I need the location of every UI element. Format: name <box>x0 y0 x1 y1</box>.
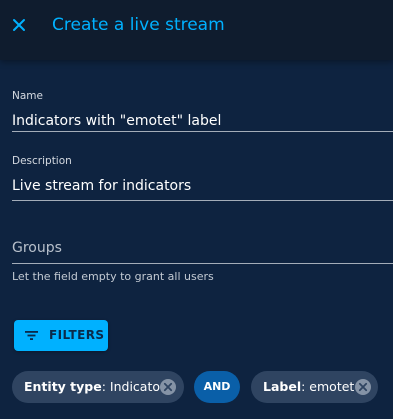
name-field[interactable]: Name Indicators with "emotet" label <box>12 90 393 132</box>
close-button[interactable] <box>9 15 29 35</box>
remove-filter-icon[interactable] <box>159 378 177 396</box>
filter-chip-value: : Indicator <box>101 379 166 394</box>
groups-field[interactable]: Groups <box>12 239 393 264</box>
groups-underline <box>12 263 393 264</box>
description-label: Description <box>12 155 72 167</box>
filter-chip-text: Entity type: Indicator <box>24 379 165 395</box>
close-icon <box>13 19 25 31</box>
filter-list-icon <box>25 331 38 340</box>
dialog-title: Create a live stream <box>52 15 225 35</box>
filter-chip-entity-type[interactable]: Entity type: Indicator <box>12 371 184 403</box>
filter-chip-value: : emotet <box>301 379 355 394</box>
groups-input[interactable]: Groups <box>12 239 62 257</box>
dialog-header: Create a live stream <box>0 0 393 60</box>
filter-chip-key: Label <box>263 379 302 394</box>
filters-button[interactable]: FILTERS <box>14 320 108 351</box>
filter-chip-key: Entity type <box>24 379 102 394</box>
filters-button-label: FILTERS <box>49 328 105 342</box>
description-underline <box>12 200 393 201</box>
operator-badge[interactable]: AND <box>194 371 240 403</box>
description-field[interactable]: Description Live stream for indicators <box>12 155 393 201</box>
name-label: Name <box>12 90 43 102</box>
groups-helper-text: Let the field empty to grant all users <box>12 270 214 283</box>
filter-chip-text: Label: emotet <box>263 379 354 395</box>
remove-filter-icon[interactable] <box>354 378 372 396</box>
name-underline <box>12 131 393 132</box>
name-input[interactable]: Indicators with "emotet" label <box>12 112 393 130</box>
description-input[interactable]: Live stream for indicators <box>12 177 393 195</box>
operator-label: AND <box>203 380 231 393</box>
filter-chip-label[interactable]: Label: emotet <box>251 371 378 403</box>
